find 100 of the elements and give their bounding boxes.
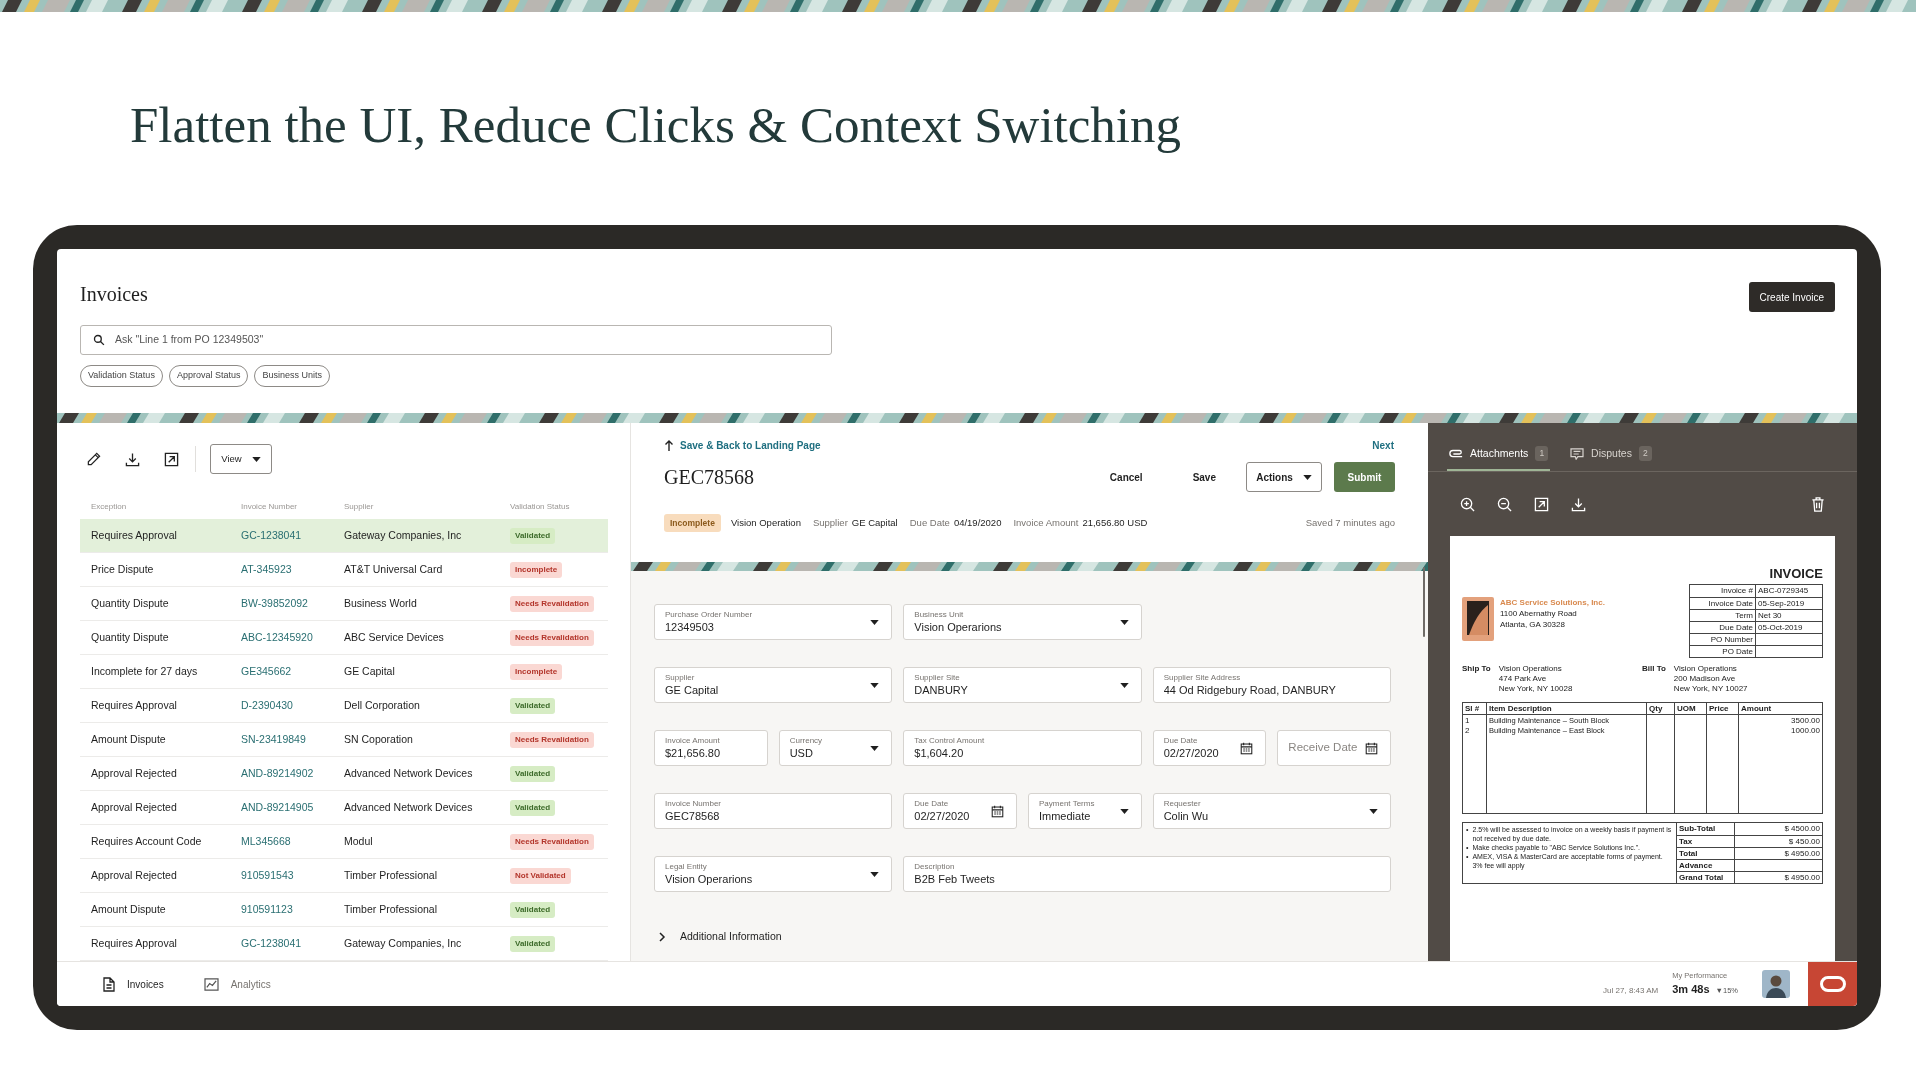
summary-label: Invoice Amount <box>1013 515 1079 530</box>
company-name: ABC Service Solutions, Inc. <box>1500 597 1605 608</box>
invoice-link[interactable]: AT-345923 <box>241 561 344 578</box>
caret-icon <box>1302 474 1312 480</box>
table-cell: 3500.00 <box>1791 716 1820 726</box>
column-header: UOM <box>1675 703 1707 715</box>
avatar[interactable] <box>1762 970 1790 998</box>
calendar-icon[interactable] <box>1365 741 1378 755</box>
trash-icon[interactable] <box>1811 496 1825 512</box>
caret-icon <box>870 682 880 688</box>
address-line: 200 Madison Ave <box>1673 674 1737 684</box>
select-field[interactable]: Supplier GE Capital <box>654 667 893 703</box>
message-icon <box>1570 447 1585 460</box>
table-cell-text: Quantity Dispute <box>91 595 170 611</box>
column-header: Price <box>1707 703 1739 715</box>
table-cell-text: Approval Rejected <box>91 799 178 815</box>
column-header: Sl # <box>1463 703 1487 715</box>
column-header: Supplier <box>344 501 375 513</box>
nav-tab[interactable]: Analytics <box>203 976 271 992</box>
calendar-icon[interactable] <box>991 804 1004 818</box>
text-field[interactable]: Invoice Number GEC78568 <box>654 793 893 829</box>
table-cell-text: Gateway Companies, Inc <box>344 527 463 543</box>
calendar-icon[interactable] <box>1240 741 1254 755</box>
document-label: Term <box>1690 610 1756 621</box>
address-line: New York, NY 10027 <box>1673 684 1748 694</box>
date-field[interactable]: Due Date 02/27/2020 <box>1152 730 1267 766</box>
text-field[interactable]: Invoice Amount $21,656.80 <box>654 730 768 766</box>
back-link[interactable]: Save & Back to Landing Page <box>680 437 821 453</box>
text-field[interactable]: Description B2B Feb Tweets <box>903 856 1391 892</box>
download-icon[interactable] <box>125 451 140 467</box>
next-link[interactable]: Next <box>1372 437 1395 453</box>
submit-button[interactable]: Submit <box>1334 462 1395 492</box>
date-field[interactable]: Due Date 02/27/2020 <box>903 793 1017 829</box>
document-value: 05-Sep-2019 <box>1757 598 1806 609</box>
invoice-link[interactable]: D-2390430 <box>241 697 344 714</box>
invoice-link[interactable]: SN-23419849 <box>241 731 344 748</box>
table-cell-text: Incomplete for 27 days <box>91 663 199 679</box>
date-field[interactable]: Receive Date <box>1277 730 1391 766</box>
select-field[interactable]: Supplier Site DANBURY <box>903 667 1142 703</box>
table-cell-text: Advanced Network Devices <box>344 799 474 815</box>
status-badge: Validated <box>510 527 556 544</box>
invoice-link[interactable]: AND-89214902 <box>241 765 344 782</box>
zoom-out-icon[interactable] <box>1497 496 1512 512</box>
table-cell-text: Business World <box>344 595 418 611</box>
cancel-button[interactable]: Cancel <box>1103 469 1149 485</box>
status-badge: Needs Revalidation <box>510 629 594 646</box>
open-external-icon[interactable] <box>164 451 179 467</box>
status-badge: Incomplete <box>510 561 563 578</box>
caret-icon <box>870 619 880 625</box>
scrollbar[interactable] <box>1423 567 1425 637</box>
invoice-link[interactable]: GC-1238041 <box>241 935 344 952</box>
invoice-link[interactable]: 910591123 <box>241 901 344 918</box>
business-unit-text: Vision Operation <box>730 515 801 530</box>
select-field[interactable]: Business Unit Vision Operarions <box>903 604 1142 640</box>
select-field[interactable]: Requester Colin Wu <box>1152 793 1391 829</box>
status-badge: Incomplete <box>510 663 563 680</box>
create-invoice-button[interactable]: Create Invoice <box>1748 282 1835 312</box>
invoice-link[interactable]: GC-1238041 <box>241 527 344 544</box>
table-cell: 1000.00 <box>1791 726 1820 736</box>
invoice-link[interactable]: 910591543 <box>241 867 344 884</box>
invoice-link[interactable]: ABC-12345920 <box>241 629 344 646</box>
save-button[interactable]: Save <box>1186 469 1222 485</box>
invoice-link[interactable]: ML345668 <box>241 833 344 850</box>
invoice-link[interactable]: AND-89214905 <box>241 799 344 816</box>
status-badge: Validated <box>510 935 556 952</box>
search-field[interactable]: Ask "Line 1 from PO 12349503" <box>80 325 832 355</box>
table-cell-text: Requires Approval <box>91 697 178 713</box>
document-value: $ 4500.00 <box>1783 823 1821 835</box>
select-field[interactable]: Currency USD <box>778 730 893 766</box>
nav-tab[interactable]: Invoices <box>103 976 164 992</box>
logo-icon <box>1819 976 1846 992</box>
viewer-tab[interactable]: Attachments 1 <box>1447 423 1551 471</box>
table-cell-text: Timber Professional <box>344 901 438 917</box>
select-field[interactable]: Payment Terms Immediate <box>1028 793 1142 829</box>
address-line: Vision Operations <box>1498 664 1563 674</box>
assistant-button[interactable] <box>1808 962 1857 1006</box>
select-field[interactable]: Legal Entity Vision Operarions <box>654 856 893 892</box>
select-field[interactable]: Purchase Order Number 12349503 <box>654 604 893 640</box>
view-button[interactable]: View <box>210 444 272 474</box>
invoice-link[interactable]: GE345662 <box>241 663 344 680</box>
invoice-link[interactable]: BW-39852092 <box>241 595 344 612</box>
invoice-row[interactable]: Requires Approval GC-1238041 Gateway Companies, Inc Validated <box>80 519 608 553</box>
caret-icon <box>1119 808 1129 814</box>
document-value: 05-Oct-2019 <box>1757 622 1804 633</box>
status-badge: Needs Revalidation <box>510 731 594 748</box>
table-cell-text: Requires Approval <box>91 527 178 543</box>
expander-button[interactable]: Additional Information <box>654 929 782 945</box>
text-field[interactable]: Supplier Site Address 44 Od Ridgebury Road, DANBURY <box>1152 667 1391 703</box>
actions-button[interactable]: Actions <box>1246 462 1322 492</box>
status-badge: Validated <box>510 697 556 714</box>
summary-value: GE Capital <box>851 515 898 530</box>
zoom-in-icon[interactable] <box>1460 496 1475 512</box>
viewer-tab[interactable]: Disputes 2 <box>1568 423 1654 471</box>
pencil-icon[interactable] <box>86 451 101 467</box>
table-cell-text: Requires Account Code <box>91 833 203 849</box>
document-label: Invoice # <box>1690 585 1756 597</box>
text-field[interactable]: Tax Control Amount $1,604.20 <box>903 730 1142 766</box>
document-label: PO Date <box>1690 646 1756 657</box>
table-cell-text: Approval Rejected <box>91 867 178 883</box>
table-cell-text: 1 <box>1464 716 1471 726</box>
